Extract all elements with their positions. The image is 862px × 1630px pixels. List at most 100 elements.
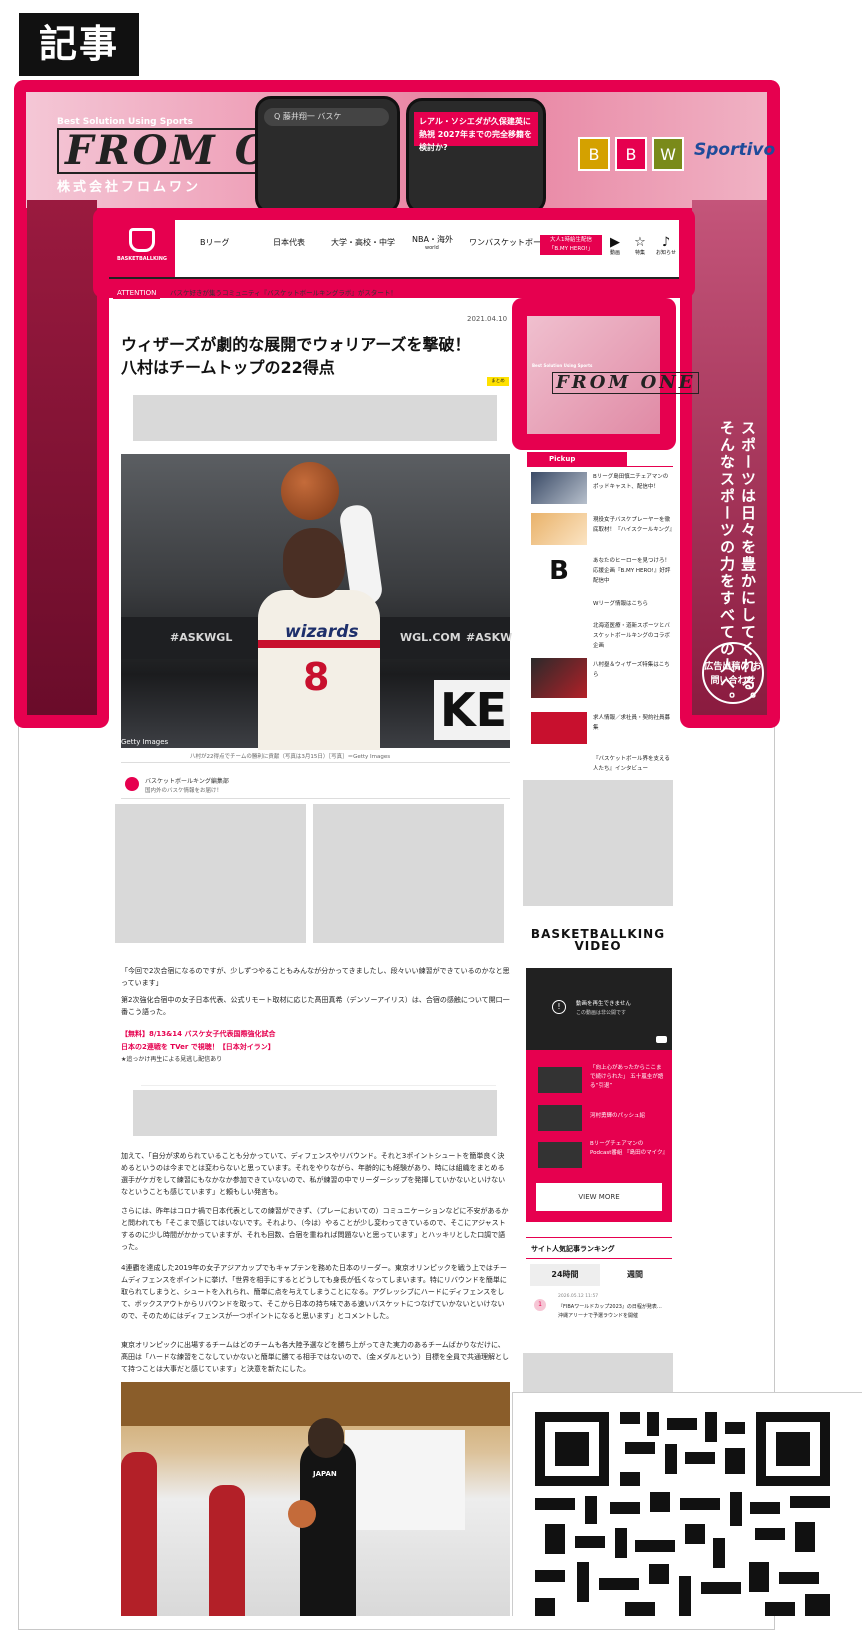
article-paragraph: 第2次強化合宿中の女子日本代表、公式リモート取材に応じた髙田真希（デンソーアイリ… (121, 996, 510, 1016)
ad-phone-search: Q 藤井翔一 バスケ (264, 108, 389, 126)
player-head (308, 1418, 344, 1458)
photo-caption: 八村が22得点でチームの勝利に貢献（写真は3月15日）［写真］＝Getty Im… (190, 754, 391, 760)
info-icon: ! (552, 1000, 566, 1014)
author-avatar (125, 777, 139, 791)
promo-link[interactable]: 【無料】8/13&14 バスケ女子代表国際強化試合 (121, 1028, 275, 1040)
promo-link[interactable]: 日本の2連戦を TVer で視聴！【日本対イラン】 (121, 1041, 275, 1053)
article-title: ウィザーズが劇的な展開でウォリアーズを撃破！ 八村はチームトップの22得点 (121, 335, 487, 377)
gym-panel (345, 1430, 465, 1530)
video-item-title[interactable]: 河村勇輝のパッシュ紹 (590, 1112, 666, 1121)
attention-link[interactable]: バスケ好きが集うコミュニティ『バスケットボールキングラボ』がスタート！ (170, 287, 397, 299)
pickup-thumbnail[interactable] (531, 472, 587, 504)
star-icon: ☆ (634, 235, 646, 250)
nav-feature[interactable]: ☆ 特集 (628, 236, 652, 256)
ad-badge-icon: W (652, 137, 684, 171)
article-paragraph: 加えて、「自分が求められていることも分かっていて、ディフェンスやリバウンド。それ… (121, 1152, 506, 1196)
court-ad-text: #ASKW (466, 631, 513, 644)
ad-placeholder (133, 395, 497, 441)
sidebar-ad-tagline: Best Solution Using Sports (532, 363, 593, 368)
court-ad-text: #ASKWGL (170, 631, 233, 644)
nav-video[interactable]: ▶ 動画 (603, 236, 627, 256)
bell-icon: ♪ (661, 235, 671, 250)
b-my-hero-logo-icon[interactable]: B (531, 555, 587, 587)
attention-label: ATTENTION (113, 287, 161, 299)
player-figure (300, 1440, 356, 1616)
rank-article-link[interactable]: 『FIBAワールドカップ2023』の日程が発表…沖縄アリーナで予選ラウンドを開催 (558, 1303, 666, 1321)
nav-item-school[interactable]: 大学・高校・中学 (331, 237, 395, 248)
nav-notice[interactable]: ♪ お知らせ (654, 236, 678, 256)
jersey-text: wizards (285, 622, 359, 642)
player-figure (121, 1452, 157, 1616)
summary-chip[interactable]: まとめ (487, 377, 509, 386)
pickup-item[interactable]: Wリーグ情報はこちら (593, 599, 673, 609)
nav-item-nba[interactable]: NBA・海外 (412, 234, 453, 245)
sidebar-ad-logo: FROM ONE (552, 372, 700, 394)
ad-placeholder (133, 1090, 497, 1136)
pickup-item[interactable]: 八村塁＆ウィザーズ特集はこちら (593, 660, 673, 680)
pickup-thumbnail[interactable] (531, 712, 587, 744)
rank-number: 1 (534, 1299, 546, 1311)
ad-banner-left[interactable] (27, 200, 97, 715)
header-divider (109, 277, 679, 279)
article-paragraph: さらには、昨年はコロナ禍で日本代表としての練習ができず、（プレーにおいての）コミ… (121, 1207, 509, 1251)
divider (121, 798, 510, 799)
nav-item-one-basketball[interactable]: ワンバスケットボール (469, 237, 549, 248)
tab-24h[interactable]: 24時間 (530, 1264, 600, 1286)
ranking-title: サイト人気記事ランキング (531, 1245, 615, 1253)
video-item-title[interactable]: 「向上心があったからここまで続けられた」 五十嵐圭が語る“引退” (590, 1064, 666, 1091)
nav-cta-button[interactable]: 大人1時給生配信 「B.MY HERO!」 (540, 235, 602, 255)
player-head (283, 528, 345, 598)
player-figure (209, 1485, 245, 1616)
divider (141, 1085, 496, 1086)
ad-badge-icon: B (615, 137, 647, 171)
qr-code-icon (535, 1412, 830, 1616)
pickup-item[interactable]: 求人情報／求社員・契約社員募集 (593, 713, 673, 733)
pickup-thumbnail[interactable] (531, 658, 587, 698)
rank-date: 2026.05.12 11:57 (558, 1294, 599, 1299)
ad-placeholder (523, 780, 673, 906)
gym-wall (121, 1382, 510, 1426)
divider (526, 1258, 672, 1259)
nav-item-bleague[interactable]: Bリーグ (200, 237, 230, 248)
view-more-button[interactable]: VIEW MORE (536, 1183, 662, 1211)
ad-company-name: 株式会社フロムワン (57, 180, 202, 195)
pickup-item[interactable]: 現役女子バスケプレーヤーを徹底取材！『ハイスクールキング』 (593, 515, 675, 535)
video-error: 動画を再生できません (576, 1001, 631, 1007)
video-thumbnail[interactable] (538, 1067, 582, 1093)
video-error-detail: この動画は非公開です (576, 1010, 627, 1016)
pickup-item[interactable]: 北海道医療・道新スポーツとバスケットボールキングのコラボ企画 (593, 621, 673, 651)
divider (121, 762, 510, 763)
author-name[interactable]: バスケットボールキング編集部 (145, 776, 229, 785)
video-section-title: BASKETBALLKING VIDEO (530, 927, 666, 953)
divider (526, 1237, 672, 1238)
court-ad-board-sign: KE (434, 680, 510, 740)
pickup-item[interactable]: Bリーグ島田慎二チェアマンのポッドキャスト、配信中！ (593, 472, 673, 492)
pickup-item[interactable]: 『バスケットボール界を支える人たち』インタビュー (593, 754, 673, 774)
jersey-text: JAPAN (313, 1470, 337, 1478)
court-ad-text: WGL.COM (400, 631, 461, 644)
nav-item-japan[interactable]: 日本代表 (273, 237, 305, 248)
author-description: 国内外のバスケ情報をお届け！ (145, 788, 223, 794)
trophy-icon (129, 228, 155, 252)
article-paragraph: 4連覇を達成した2019年の女子アジアカップでもキャプテンを務めた日本のリーダー… (121, 1264, 507, 1320)
youtube-icon[interactable] (656, 1036, 667, 1043)
video-thumbnail[interactable] (538, 1142, 582, 1168)
nav-item-nba-sub: world (425, 245, 439, 251)
ad-contact-button[interactable]: 広告出稿の お問い合わせ (702, 642, 764, 704)
video-item-title[interactable]: Bリーグチェアマンの Podcast番組 『島田のマイク』 (590, 1140, 668, 1158)
pickup-thumbnail[interactable] (531, 513, 587, 545)
pickup-heading: Pickup (527, 452, 627, 466)
ad-brand-tagline: Best Solution Using Sports (57, 117, 193, 127)
basketball (288, 1500, 316, 1528)
video-thumbnail[interactable] (538, 1105, 582, 1131)
article-paragraph: 東京オリンピックに出場するチームはどのチームも各大陸予選などを勝ち上がってきた実… (121, 1341, 510, 1373)
ad-placeholder (115, 804, 306, 943)
promo-note: ★追っかけ再生による見逃し配信あり (121, 1056, 223, 1063)
section-tag: 記事 (19, 13, 139, 76)
video-icon: ▶ (610, 235, 620, 250)
tab-weekly[interactable]: 週間 (600, 1264, 670, 1286)
ad-badge-icon: B (578, 137, 610, 171)
site-logo[interactable]: BASKETBALLKING (109, 220, 175, 277)
divider (527, 466, 673, 467)
pickup-item[interactable]: あなたのヒーローを見つけろ！応援企画『B.MY HERO!』好評配信中 (593, 556, 673, 586)
